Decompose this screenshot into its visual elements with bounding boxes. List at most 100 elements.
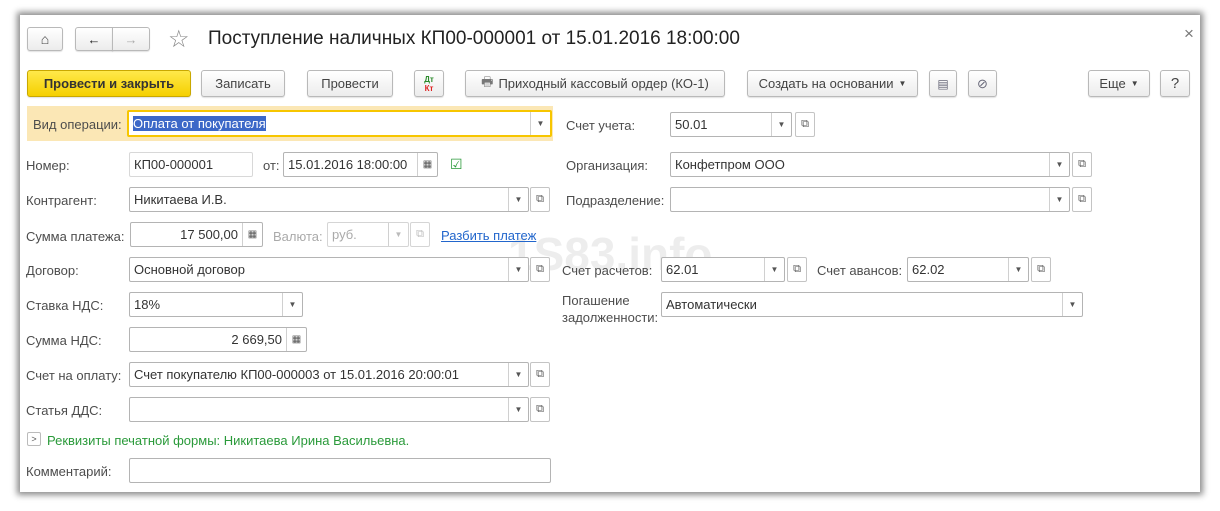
vat-rate-select[interactable]: 18% ▼ <box>129 292 303 317</box>
page-title: Поступление наличных КП00-000001 от 15.0… <box>208 28 740 49</box>
post-and-close-button[interactable]: Провести и закрыть <box>27 70 191 97</box>
chevron-down-icon[interactable]: ▼ <box>508 258 528 281</box>
org-label: Организация: <box>566 158 649 173</box>
date-value: 15.01.2016 18:00:00 <box>288 157 408 172</box>
vat-sum-label: Сумма НДС: <box>26 333 102 348</box>
open-icon[interactable]: ⧉ <box>410 222 430 247</box>
contract-label: Договор: <box>26 263 79 278</box>
advance-account-field[interactable]: 62.02 ▼ <box>907 257 1029 282</box>
open-icon[interactable]: ⧉ <box>1072 152 1092 177</box>
invoice-value: Счет покупателю КП00-000003 от 15.01.201… <box>134 367 460 382</box>
chevron-down-icon[interactable]: ▼ <box>764 258 784 281</box>
open-icon[interactable]: ⧉ <box>530 187 550 212</box>
currency-field[interactable]: руб. ▼ <box>327 222 409 247</box>
currency-value: руб. <box>332 227 357 242</box>
print-requisites-link[interactable]: Реквизиты печатной формы: Никитаева Ирин… <box>47 433 409 448</box>
post-button[interactable]: Провести <box>307 70 393 97</box>
account-field[interactable]: 50.01 ▼ <box>670 112 792 137</box>
settle-value: 62.01 <box>666 262 699 277</box>
create-based-label: Создать на основании <box>758 76 894 91</box>
open-icon[interactable]: ⧉ <box>530 257 550 282</box>
comment-field[interactable] <box>129 458 551 483</box>
favorite-star-icon[interactable]: ☆ <box>168 25 190 54</box>
open-icon[interactable]: ⧉ <box>1031 257 1051 282</box>
advance-label: Счет авансов: <box>817 263 903 278</box>
print-pko-button[interactable]: 🖶 Приходный кассовый ордер (КО-1) <box>465 70 725 97</box>
home-button[interactable]: ⌂ <box>27 27 63 51</box>
chevron-down-icon[interactable]: ▼ <box>1008 258 1028 281</box>
vat-rate-value: 18% <box>134 297 161 312</box>
open-icon[interactable]: ⧉ <box>530 362 550 387</box>
invoice-field[interactable]: Счет покупателю КП00-000003 от 15.01.201… <box>129 362 529 387</box>
repayment-select[interactable]: Автоматически ▼ <box>661 292 1083 317</box>
operation-type-select[interactable]: Оплата от покупателя ▼ <box>127 110 552 137</box>
help-button[interactable]: ? <box>1160 70 1190 97</box>
vat-sum-field[interactable]: 2 669,50 ▦ <box>129 327 307 352</box>
number-field[interactable]: КП00-000001 <box>129 152 253 177</box>
comment-label: Комментарий: <box>26 464 112 479</box>
open-icon[interactable]: ⧉ <box>1072 187 1092 212</box>
open-icon[interactable]: ⧉ <box>530 397 550 422</box>
forward-button[interactable]: → <box>112 27 150 51</box>
print-label: Приходный кассовый ордер (КО-1) <box>498 76 709 91</box>
dt-label: Дт <box>424 74 434 84</box>
counterparty-label: Контрагент: <box>26 193 97 208</box>
calculator-icon[interactable]: ▦ <box>286 328 306 351</box>
chevron-down-icon[interactable]: ▼ <box>771 113 791 136</box>
chevron-down-icon[interactable]: ▼ <box>1062 293 1082 316</box>
invoice-label: Счет на оплату: <box>26 368 122 383</box>
chevron-down-icon: ▼ <box>898 79 907 88</box>
chevron-down-icon[interactable]: ▼ <box>530 112 550 135</box>
counterparty-field[interactable]: Никитаева И.В. ▼ <box>129 187 529 212</box>
dds-label: Статья ДДС: <box>26 403 103 418</box>
create-based-on-button[interactable]: Создать на основании ▼ <box>747 70 918 97</box>
chevron-down-icon[interactable]: ▼ <box>508 363 528 386</box>
account-value: 50.01 <box>675 117 708 132</box>
number-label: Номер: <box>26 158 70 173</box>
chevron-down-icon[interactable]: ▼ <box>508 398 528 421</box>
document-icon: ▤ <box>937 76 949 91</box>
chevron-down-icon[interactable]: ▼ <box>388 223 408 246</box>
more-button[interactable]: Еще ▼ <box>1088 70 1150 97</box>
split-payment-link[interactable]: Разбить платеж <box>441 228 536 243</box>
contract-field[interactable]: Основной договор ▼ <box>129 257 529 282</box>
account-label: Счет учета: <box>566 118 636 133</box>
settlement-account-field[interactable]: 62.01 ▼ <box>661 257 785 282</box>
org-value: Конфетпром ООО <box>675 157 785 172</box>
back-button[interactable]: ← <box>75 27 113 51</box>
dds-field[interactable]: ▼ <box>129 397 529 422</box>
expand-button[interactable]: > <box>27 432 41 446</box>
printer-icon: 🖶 <box>481 73 494 89</box>
department-field[interactable]: ▼ <box>670 187 1070 212</box>
dept-label: Подразделение: <box>566 193 665 208</box>
dt-kt-button[interactable]: Дт Кт <box>414 70 444 97</box>
calendar-icon[interactable]: ▦ <box>417 153 437 176</box>
chevron-down-icon[interactable]: ▼ <box>1049 188 1069 211</box>
amount-field[interactable]: 17 500,00 ▦ <box>130 222 263 247</box>
kt-label: Кт <box>424 83 434 93</box>
chevron-down-icon[interactable]: ▼ <box>508 188 528 211</box>
posted-status-icon[interactable]: ☑ <box>450 156 463 173</box>
document-icon-button[interactable]: ▤ <box>929 70 957 97</box>
currency-label: Валюта: <box>273 229 323 244</box>
date-field[interactable]: 15.01.2016 18:00:00 ▦ <box>283 152 438 177</box>
chevron-down-icon[interactable]: ▼ <box>1049 153 1069 176</box>
attach-button[interactable]: ⊘ <box>968 70 997 97</box>
operation-value: Оплата от покупателя <box>133 116 266 131</box>
number-value: КП00-000001 <box>134 157 214 172</box>
vat-rate-label: Ставка НДС: <box>26 298 104 313</box>
close-icon[interactable]: × <box>1184 24 1194 44</box>
contract-value: Основной договор <box>134 262 245 277</box>
amount-label: Сумма платежа: <box>26 229 125 244</box>
counterparty-value: Никитаева И.В. <box>134 192 227 207</box>
chevron-down-icon[interactable]: ▼ <box>282 293 302 316</box>
calculator-icon[interactable]: ▦ <box>242 223 262 246</box>
more-label: Еще <box>1099 76 1126 91</box>
save-button[interactable]: Записать <box>201 70 285 97</box>
document-window: 1S83.info ⌂ ← → ☆ Поступление наличных К… <box>20 15 1200 492</box>
open-icon[interactable]: ⧉ <box>795 112 815 137</box>
amount-value: 17 500,00 <box>180 227 238 242</box>
advance-value: 62.02 <box>912 262 945 277</box>
organization-field[interactable]: Конфетпром ООО ▼ <box>670 152 1070 177</box>
open-icon[interactable]: ⧉ <box>787 257 807 282</box>
